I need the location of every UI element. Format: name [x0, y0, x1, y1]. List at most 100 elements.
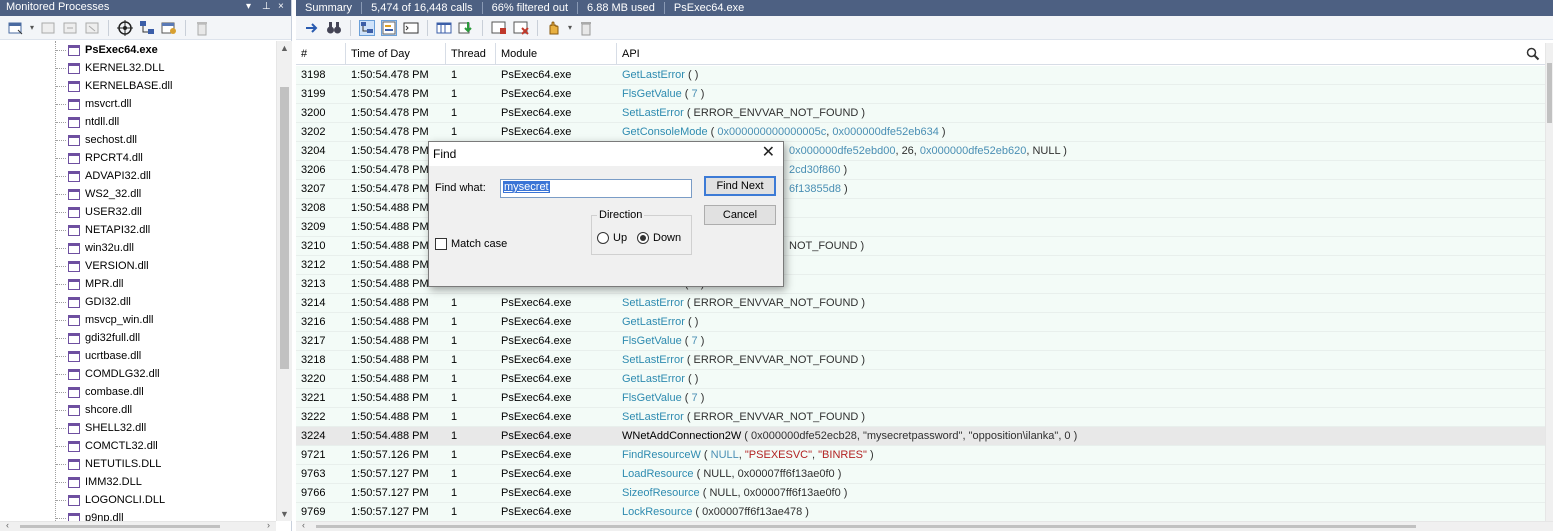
trash-icon[interactable] [578, 20, 594, 36]
tree-hierarchy-icon[interactable] [139, 20, 155, 36]
match-case-label[interactable]: Match case [451, 238, 507, 250]
binoculars-icon[interactable] [326, 20, 342, 36]
tree-item[interactable]: win32u.dll [56, 239, 134, 257]
grid-horizontal-scrollbar[interactable]: ‹ [296, 520, 1553, 531]
api-name[interactable]: SetLastError [622, 107, 684, 119]
trash-icon[interactable] [194, 20, 210, 36]
api-name[interactable]: SizeofResource [622, 487, 700, 499]
table-row[interactable]: 3216 1:50:54.488 PM 1 PsExec64.exe GetLastEr… [296, 313, 1546, 332]
tree-item[interactable]: msvcp_win.dll [56, 311, 153, 329]
api-name[interactable]: GetLastError [622, 373, 685, 385]
table-row[interactable]: 3202 1:50:54.478 PM 1 PsExec64.exe GetConsol… [296, 123, 1546, 142]
table-row[interactable]: 3224 1:50:54.488 PM 1 PsExec64.exe WNetAddCo… [296, 427, 1546, 446]
find-what-input[interactable]: mysecret [500, 179, 692, 198]
tree-item[interactable]: MPR.dll [56, 275, 124, 293]
tree-item[interactable]: shcore.dll [56, 401, 132, 419]
table-row[interactable]: 3218 1:50:54.488 PM 1 PsExec64.exe SetLastEr… [296, 351, 1546, 370]
tree-vertical-scrollbar[interactable]: ▲ ▼ [276, 41, 292, 521]
tree-item[interactable]: p9np.dll [56, 509, 124, 521]
api-name[interactable]: SetLastError [622, 411, 684, 423]
api-name[interactable]: LockResource [622, 506, 692, 518]
table-row[interactable]: 3221 1:50:54.488 PM 1 PsExec64.exe FlsGetVal… [296, 389, 1546, 408]
panel-close-icon[interactable]: × [278, 1, 284, 12]
tree-item[interactable]: SHELL32.dll [56, 419, 146, 437]
process-disabled-3-icon[interactable] [84, 20, 100, 36]
table-row[interactable]: 9721 1:50:57.126 PM 1 PsExec64.exe FindResou… [296, 446, 1546, 465]
tree-item[interactable]: ucrtbase.dll [56, 347, 141, 365]
clear-filter-icon[interactable] [513, 20, 529, 36]
scrollbar-thumb[interactable] [20, 525, 220, 528]
tree-item[interactable]: combase.dll [56, 383, 144, 401]
tree-item[interactable]: PsExec64.exe [56, 41, 158, 59]
api-name[interactable]: LoadResource [622, 468, 694, 480]
scroll-right-arrow-icon[interactable]: › [267, 520, 270, 530]
tree-item[interactable]: GDI32.dll [56, 293, 131, 311]
table-row[interactable]: 9766 1:50:57.127 PM 1 PsExec64.exe SizeofRes… [296, 484, 1546, 503]
api-name[interactable]: GetLastError [622, 316, 685, 328]
tree-item[interactable]: RPCRT4.dll [56, 149, 143, 167]
scrollbar-thumb[interactable] [316, 525, 1416, 528]
search-icon[interactable] [1526, 47, 1540, 64]
table-row[interactable]: 3217 1:50:54.488 PM 1 PsExec64.exe FlsGetVal… [296, 332, 1546, 351]
api-name[interactable]: FlsGetValue [622, 335, 682, 347]
monitor-process-icon[interactable] [8, 20, 24, 36]
highlight-view-icon[interactable] [381, 19, 397, 36]
column-header-thread[interactable]: Thread [446, 43, 496, 65]
table-row[interactable]: 3222 1:50:54.488 PM 1 PsExec64.exe SetLastEr… [296, 408, 1546, 427]
api-name[interactable]: FindResourceW [622, 449, 701, 461]
scrollbar-thumb[interactable] [280, 87, 289, 369]
tree-item[interactable]: WS2_32.dll [56, 185, 141, 203]
dropdown-arrow-icon[interactable]: ▾ [30, 23, 34, 32]
direction-up-label[interactable]: Up [613, 232, 627, 244]
direction-down-label[interactable]: Down [653, 232, 681, 244]
tree-item[interactable]: gdi32full.dll [56, 329, 140, 347]
table-row[interactable]: 3220 1:50:54.488 PM 1 PsExec64.exe GetLastEr… [296, 370, 1546, 389]
panel-pin-icon[interactable]: ⊥ [262, 1, 271, 12]
tree-item[interactable]: IMM32.DLL [56, 473, 142, 491]
scroll-left-arrow-icon[interactable]: ‹ [6, 520, 9, 530]
tree-item[interactable]: COMCTL32.dll [56, 437, 158, 455]
tree-item[interactable]: COMDLG32.dll [56, 365, 160, 383]
tree-horizontal-scrollbar[interactable]: ‹ › [0, 520, 276, 531]
cancel-button[interactable]: Cancel [704, 205, 776, 225]
find-next-button[interactable]: Find Next [704, 176, 776, 196]
scroll-left-arrow-icon[interactable]: ‹ [302, 520, 305, 530]
table-row[interactable]: 3200 1:50:54.478 PM 1 PsExec64.exe SetLastEr… [296, 104, 1546, 123]
scrollbar-thumb[interactable] [1547, 63, 1552, 123]
console-icon[interactable] [403, 20, 419, 36]
table-row[interactable]: 3198 1:50:54.478 PM 1 PsExec64.exe GetLastEr… [296, 66, 1546, 85]
dropdown-arrow-icon[interactable]: ▾ [568, 23, 572, 32]
tree-item[interactable]: NETUTILS.DLL [56, 455, 161, 473]
tree-view-icon[interactable] [359, 19, 375, 36]
tree-item[interactable]: USER32.dll [56, 203, 142, 221]
settings-window-icon[interactable] [161, 20, 177, 36]
api-name[interactable]: GetLastError [622, 69, 685, 81]
column-header-time[interactable]: Time of Day [346, 43, 446, 65]
columns-icon[interactable] [436, 20, 452, 36]
grid-vertical-scrollbar[interactable] [1545, 43, 1553, 521]
direction-down-radio[interactable] [637, 232, 649, 244]
api-name[interactable]: SetLastError [622, 297, 684, 309]
api-name[interactable]: FlsGetValue [622, 88, 682, 100]
api-name[interactable]: FlsGetValue [622, 392, 682, 404]
hand-icon[interactable] [546, 20, 562, 36]
tree-item[interactable]: ADVAPI32.dll [56, 167, 151, 185]
api-name[interactable]: WNetAddConnection2W [622, 430, 741, 442]
table-row[interactable]: 3199 1:50:54.478 PM 1 PsExec64.exe FlsGetVal… [296, 85, 1546, 104]
export-green-arrow-icon[interactable] [458, 20, 474, 36]
close-icon[interactable]: ✕ [762, 142, 775, 164]
column-header-module[interactable]: Module [496, 43, 617, 65]
panel-menu-icon[interactable]: ▾ [246, 1, 251, 12]
process-disabled-2-icon[interactable] [62, 20, 78, 36]
filter-icon[interactable] [491, 20, 507, 36]
api-name[interactable]: SetLastError [622, 354, 684, 366]
scroll-up-arrow-icon[interactable]: ▲ [280, 43, 289, 53]
table-row[interactable]: 9769 1:50:57.127 PM 1 PsExec64.exe LockResou… [296, 503, 1546, 521]
api-name[interactable]: GetConsoleMode [622, 126, 708, 138]
arrow-right-icon[interactable] [304, 20, 320, 36]
table-row[interactable]: 3214 1:50:54.488 PM 1 PsExec64.exe SetLastEr… [296, 294, 1546, 313]
target-icon[interactable] [117, 19, 134, 36]
tree-item[interactable]: msvcrt.dll [56, 95, 131, 113]
process-disabled-icon[interactable] [40, 20, 56, 36]
tree-item[interactable]: VERSION.dll [56, 257, 149, 275]
